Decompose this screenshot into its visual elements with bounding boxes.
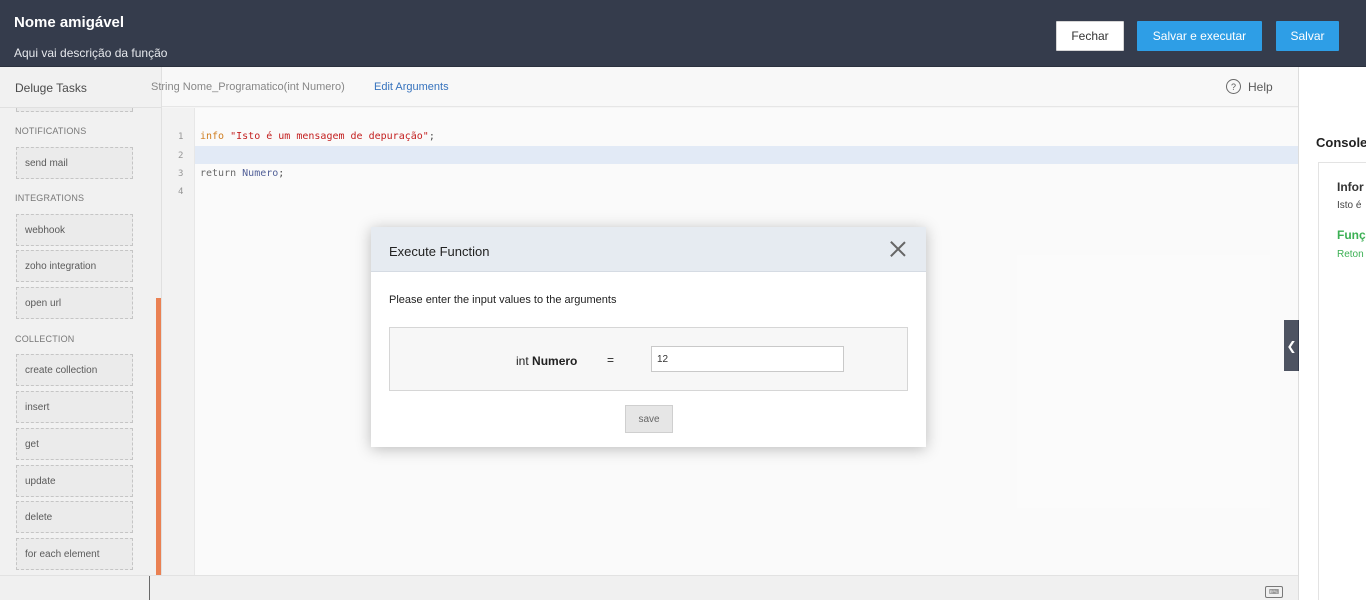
dialog-header: Execute Function [371,227,926,272]
arguments-box: int Numero = [389,327,908,391]
function-description: Aqui vai descrição da função [14,46,168,60]
equals-sign: = [607,353,615,367]
argument-type: int [516,354,529,368]
save-button[interactable]: Salvar [1276,21,1339,51]
close-icon[interactable] [889,240,907,258]
console-title: Console [1316,135,1366,150]
console-function-title: Funç [1337,228,1366,242]
execute-function-dialog: Execute Function Please enter the input … [371,227,926,447]
console-panel: Console Infor Isto é Funç Reton [1298,67,1366,600]
function-title: Nome amigável [14,14,125,31]
argument-label: int Numero [516,354,577,368]
dialog-title: Execute Function [389,244,490,259]
argument-name: Numero [532,354,578,368]
console-info-title: Infor [1337,180,1364,194]
dialog-save-button[interactable]: save [625,405,673,433]
console-info-message: Isto é [1337,200,1362,211]
dialog-prompt: Please enter the input values to the arg… [389,294,617,306]
header-bar: Nome amigável Aqui vai descrição da funç… [0,0,1366,67]
close-button[interactable]: Fechar [1056,21,1124,51]
argument-value-input[interactable] [651,346,844,372]
save-and-run-button[interactable]: Salvar e executar [1137,21,1262,51]
console-return-value: Reton [1337,249,1364,260]
